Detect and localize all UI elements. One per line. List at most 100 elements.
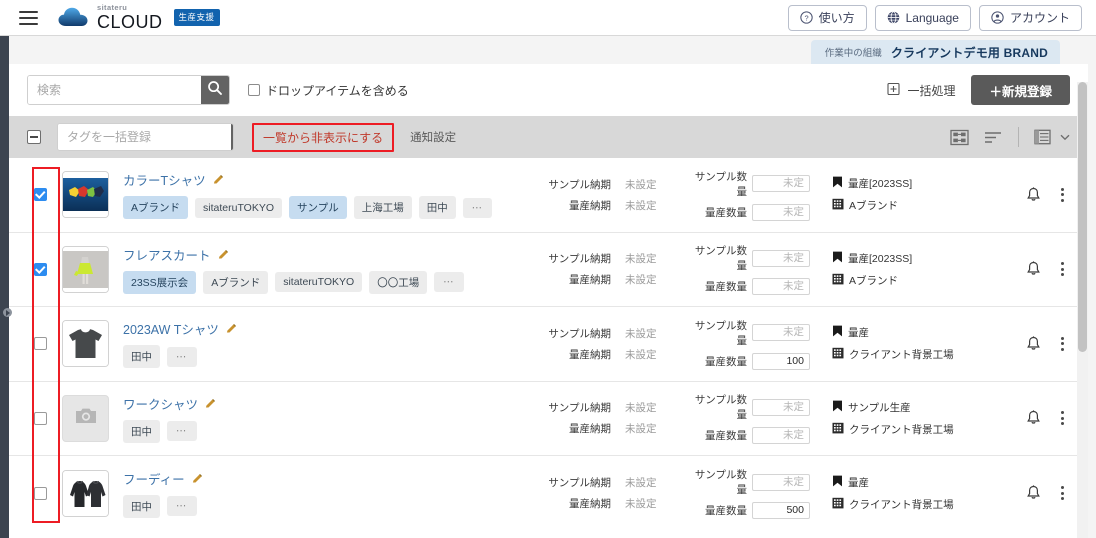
sample-qty-input[interactable]: 未定: [752, 175, 810, 193]
item-title[interactable]: カラーTシャツ: [123, 170, 206, 189]
row-checkbox[interactable]: [33, 411, 47, 425]
tag-chip[interactable]: 上海工場: [353, 196, 412, 220]
left-collapsed-sidebar[interactable]: [0, 36, 12, 538]
mass-qty-input[interactable]: 100: [752, 352, 810, 370]
search-button[interactable]: [201, 76, 229, 104]
bell-icon[interactable]: [1026, 336, 1041, 352]
tag-chip[interactable]: sitateruTOKYO: [195, 197, 283, 218]
item-title[interactable]: 2023AW Tシャツ: [123, 319, 219, 338]
sample-qty-label: サンプル数量: [694, 394, 747, 422]
tag-chip[interactable]: 田中: [123, 345, 160, 369]
item-quantities: サンプル数量 未定 量産数量 未定: [685, 392, 810, 445]
bulk-action-bar: ＋ 一覧から非表示にする 通知設定: [9, 116, 1088, 158]
tag-chip[interactable]: sitateruTOKYO: [275, 272, 363, 293]
sample-qty-input[interactable]: 未定: [752, 473, 810, 491]
bell-icon[interactable]: [1026, 410, 1041, 426]
pencil-icon[interactable]: [192, 473, 203, 484]
more-tags-button[interactable]: ⋯: [167, 421, 197, 442]
sample-qty-input[interactable]: 未定: [752, 398, 810, 416]
pencil-icon[interactable]: [205, 398, 216, 409]
bookmark-icon: [832, 475, 843, 490]
item-title[interactable]: フーディー: [123, 469, 185, 488]
item-thumbnail[interactable]: [62, 245, 109, 293]
kebab-menu-icon[interactable]: [1061, 485, 1064, 501]
search-box[interactable]: [27, 75, 230, 105]
item-thumbnail[interactable]: [62, 320, 109, 368]
tag-chip[interactable]: 田中: [418, 196, 456, 220]
item-info: フレアスカート 23SS展示会 Aブランド sitateruTOKYO 〇〇工場…: [123, 245, 543, 294]
tag-chip[interactable]: Aブランド: [203, 270, 269, 294]
row-checkbox[interactable]: [33, 337, 47, 351]
kebab-menu-icon[interactable]: [1061, 261, 1064, 277]
row-checkbox[interactable]: [33, 486, 47, 500]
table-row[interactable]: フーディー 田中 ⋯ サンプル納期 未設定 量産納期 未設定 サンプル数量未定 …: [9, 456, 1088, 531]
current-organization-chip[interactable]: 作業中の組織 クライアントデモ用 BRAND: [810, 40, 1060, 64]
sample-qty-input[interactable]: 未定: [752, 324, 810, 342]
row-select-cell: [27, 337, 53, 351]
bookmark-icon: [832, 325, 843, 340]
table-row[interactable]: カラーTシャツ Aブランド sitateruTOKYO サンプル 上海工場 田中…: [9, 158, 1088, 233]
mass-qty-input[interactable]: 未定: [752, 427, 810, 445]
mass-qty-input[interactable]: 500: [752, 502, 810, 520]
sort-icon[interactable]: [984, 130, 1003, 145]
include-drop-items-checkbox[interactable]: ドロップアイテムを含める: [248, 82, 409, 99]
vertical-scrollbar[interactable]: [1077, 82, 1088, 538]
tag-chip[interactable]: Aブランド: [123, 196, 189, 220]
sample-qty-input[interactable]: 未定: [752, 249, 810, 267]
sidebar-expand-handle[interactable]: [3, 308, 12, 317]
table-row[interactable]: フレアスカート 23SS展示会 Aブランド sitateruTOKYO 〇〇工場…: [9, 233, 1088, 307]
language-button-label: Language: [905, 10, 959, 25]
app-logo[interactable]: sitateru CLOUD 生産支援: [58, 4, 220, 31]
building-icon: [832, 497, 844, 512]
search-input[interactable]: [28, 76, 201, 104]
more-tags-button[interactable]: ⋯: [167, 496, 197, 517]
pencil-icon[interactable]: [218, 249, 229, 260]
notification-settings-link[interactable]: 通知設定: [410, 129, 456, 145]
mass-qty-input[interactable]: 未定: [752, 278, 810, 296]
item-meta: 量産 クライアント背景工場: [832, 325, 982, 362]
row-checkbox[interactable]: [33, 188, 47, 202]
kebab-menu-icon[interactable]: [1061, 410, 1064, 426]
select-all-toggle[interactable]: [27, 130, 41, 144]
language-button[interactable]: Language: [874, 4, 971, 31]
kebab-menu-icon[interactable]: [1061, 187, 1064, 203]
row-checkbox[interactable]: [33, 262, 47, 276]
item-title[interactable]: フレアスカート: [123, 245, 211, 264]
table-row[interactable]: ワークシャツ 田中 ⋯ サンプル納期 未設定 量産納期 未設定 サンプル数量 未…: [9, 382, 1088, 456]
kebab-menu-icon[interactable]: [1061, 336, 1064, 352]
tag-chip[interactable]: 〇〇工場: [369, 270, 428, 294]
list-view-selector[interactable]: [1034, 128, 1070, 146]
bulk-process-button[interactable]: 一括処理: [887, 82, 955, 99]
item-thumbnail[interactable]: [62, 469, 109, 517]
hamburger-menu-icon[interactable]: [8, 10, 48, 25]
table-row[interactable]: 2023AW Tシャツ 田中 ⋯ サンプル納期 未設定 量産納期 未設定 サンプ…: [9, 307, 1088, 382]
tag-chip[interactable]: 田中: [123, 494, 160, 518]
hide-from-list-button[interactable]: 一覧から非表示にする: [252, 122, 395, 152]
pencil-icon[interactable]: [213, 174, 224, 185]
scrollbar-thumb[interactable]: [1078, 82, 1087, 352]
bulk-tag-input[interactable]: [58, 124, 231, 150]
more-tags-button[interactable]: ⋯: [462, 197, 493, 218]
help-button[interactable]: ? 使い方: [787, 4, 867, 31]
grid-view-icon[interactable]: [950, 129, 969, 146]
item-meta: 量産[2023SS] Aブランド: [832, 176, 982, 213]
item-thumbnail[interactable]: [62, 171, 109, 219]
bell-icon[interactable]: [1026, 485, 1041, 501]
new-registration-button[interactable]: ＋新規登録: [971, 75, 1070, 105]
tag-chip[interactable]: 23SS展示会: [123, 270, 197, 294]
account-button[interactable]: アカウント: [978, 4, 1082, 31]
pencil-icon[interactable]: [226, 323, 237, 334]
bell-icon[interactable]: [1026, 187, 1041, 203]
mass-qty-input[interactable]: 未定: [752, 203, 810, 221]
item-title[interactable]: ワークシャツ: [123, 394, 198, 413]
tag-chip[interactable]: サンプル: [289, 196, 347, 220]
more-tags-button[interactable]: ⋯: [167, 346, 197, 367]
bulk-tag-box[interactable]: ＋: [57, 123, 234, 151]
more-tags-button[interactable]: ⋯: [434, 272, 464, 293]
item-company: クライアント背景工場: [849, 423, 954, 436]
tag-chip[interactable]: 田中: [123, 419, 160, 443]
bulk-tag-add-button[interactable]: ＋: [231, 124, 233, 150]
bell-icon[interactable]: [1026, 261, 1041, 277]
checkbox-box[interactable]: [248, 84, 260, 96]
item-thumbnail-placeholder[interactable]: [62, 394, 109, 442]
